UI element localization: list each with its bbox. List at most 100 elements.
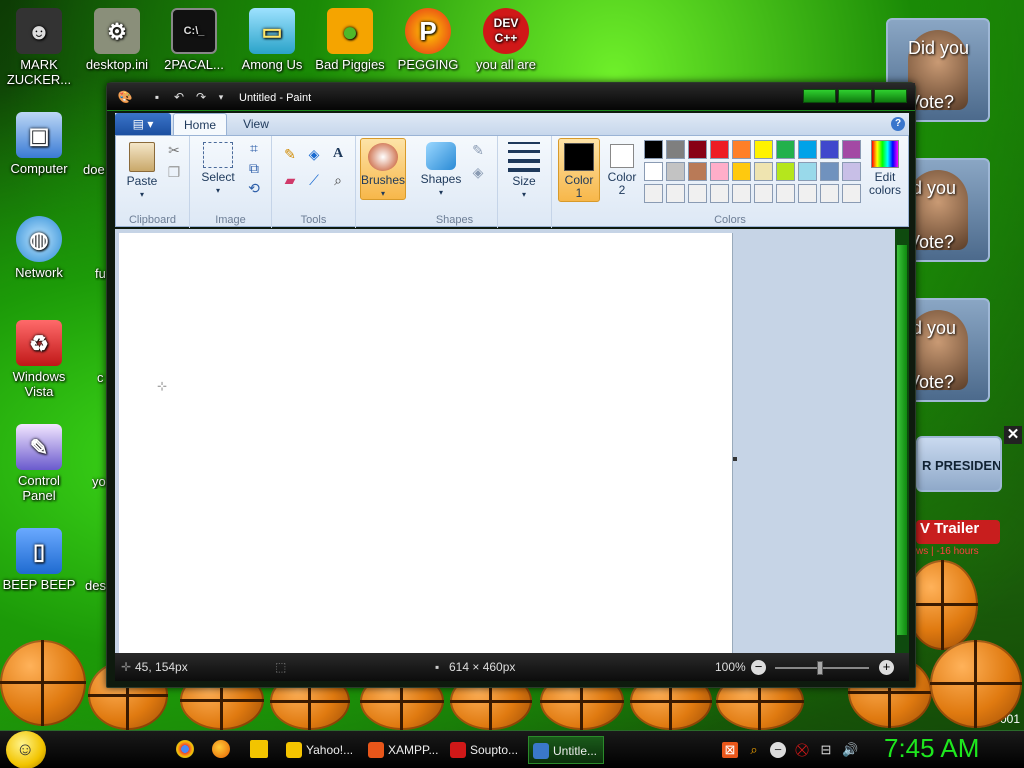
network-tray-icon[interactable]: ⊟ (818, 742, 834, 758)
desktop-icon-control-panel[interactable]: ✎ Control Panel (0, 424, 78, 503)
minimize-button[interactable] (803, 89, 837, 103)
cut-icon[interactable]: ✂ (164, 140, 184, 160)
crop-icon[interactable]: ⌗ (244, 138, 264, 158)
search-tray-icon[interactable]: ⌕ (746, 742, 762, 758)
palette-swatch[interactable] (820, 184, 839, 203)
resize-icon[interactable]: ⧉ (244, 158, 264, 178)
palette-swatch[interactable] (688, 140, 707, 159)
palette-swatch[interactable] (644, 184, 663, 203)
xampp-tray-icon[interactable]: ⊠ (722, 742, 738, 758)
desktop-icon-mark-zucker[interactable]: ☻ MARK ZUCKER... (0, 8, 78, 87)
outline-icon[interactable]: ✎ (468, 140, 488, 160)
palette-swatch[interactable] (842, 140, 861, 159)
paste-button[interactable]: Paste ▾ (122, 142, 162, 201)
desktop-icon-among-us[interactable]: ▭ Among Us (233, 8, 311, 72)
palette-swatch[interactable] (666, 140, 685, 159)
desktop-icon-2pacal[interactable]: C:\_ 2PACAL... (155, 8, 233, 72)
copy-icon[interactable]: ❐ (164, 162, 184, 182)
zoom-out-button[interactable]: − (751, 660, 766, 675)
taskbar-item-xampp[interactable]: XAMPP... (364, 736, 442, 764)
desktop-icon-computer[interactable]: ▣ Computer (0, 112, 78, 176)
brushes-button[interactable]: Brushes ▾ (360, 138, 406, 200)
start-button[interactable]: ☺ (6, 731, 46, 768)
palette-swatch[interactable] (842, 184, 861, 203)
zoom-slider[interactable] (775, 661, 869, 675)
maximize-button[interactable] (838, 89, 872, 103)
desktop-icon-windows-vista[interactable]: ♻ Windows Vista (0, 320, 78, 399)
fill-icon[interactable]: ◈ (468, 162, 488, 182)
widget-close-button[interactable]: ✕ (1004, 426, 1022, 444)
minus-tray-icon[interactable]: − (770, 742, 786, 758)
paint-menu-button[interactable]: ▤ ▾ (115, 113, 171, 135)
palette-swatch[interactable] (798, 184, 817, 203)
fill-bucket-icon[interactable]: ◈ (304, 144, 324, 164)
palette-swatch[interactable] (710, 184, 729, 203)
desktop-icon-beep-beep[interactable]: ▯ BEEP BEEP (0, 528, 78, 592)
palette-swatch[interactable] (842, 162, 861, 181)
chrome-quicklaunch-icon[interactable] (176, 740, 194, 758)
palette-swatch[interactable] (776, 162, 795, 181)
save-icon[interactable]: ▪ (149, 90, 165, 104)
palette-swatch[interactable] (710, 162, 729, 181)
drawing-canvas[interactable]: ⊹ (119, 233, 733, 653)
palette-swatch[interactable] (644, 162, 663, 181)
palette-swatch[interactable] (754, 140, 773, 159)
palette-swatch[interactable] (754, 184, 773, 203)
edit-colors-button[interactable]: Edit colors (864, 138, 906, 197)
palette-swatch[interactable] (688, 184, 707, 203)
palette-swatch[interactable] (732, 184, 751, 203)
taskbar-item-paint[interactable]: Untitle... (528, 736, 604, 764)
desktop-icon-network[interactable]: ◍ Network (0, 216, 78, 280)
close-button[interactable] (873, 89, 907, 103)
desktop-icon-pegging[interactable]: P PEGGING (389, 8, 467, 72)
vertical-scrollbar[interactable] (895, 229, 909, 653)
magnifier-icon[interactable]: ⌕ (328, 170, 348, 190)
security-tray-icon[interactable]: ⛒ (794, 742, 810, 758)
color1-button[interactable]: Color 1 (558, 138, 600, 202)
palette-swatch[interactable] (798, 140, 817, 159)
palette-swatch[interactable] (732, 140, 751, 159)
paint-window[interactable]: 🎨 ▪ ↶ ↷ ▾ Untitled - Paint ▤ ▾ Home View… (106, 82, 916, 688)
palette-swatch[interactable] (732, 162, 751, 181)
palette-swatch[interactable] (776, 140, 795, 159)
shapes-button[interactable]: Shapes ▾ (418, 142, 464, 199)
palette-swatch[interactable] (820, 162, 839, 181)
text-tool-icon[interactable]: A (328, 144, 348, 164)
palette-swatch[interactable] (754, 162, 773, 181)
tab-home[interactable]: Home (173, 113, 227, 135)
palette-swatch[interactable] (644, 140, 663, 159)
palette-swatch[interactable] (666, 162, 685, 181)
taskbar-item-yahoo[interactable]: Yahoo!... (282, 736, 360, 764)
palette-swatch[interactable] (688, 162, 707, 181)
palette-swatch[interactable] (820, 140, 839, 159)
desktop-icon-you-all-are[interactable]: DEV C++ you all are (467, 8, 545, 72)
palette-swatch[interactable] (798, 162, 817, 181)
help-button[interactable]: ? (891, 117, 905, 131)
firefox-quicklaunch-icon[interactable] (212, 740, 230, 758)
eraser-icon[interactable]: ▰ (280, 170, 300, 190)
canvas-resize-handle[interactable] (733, 457, 737, 461)
paint-app-icon[interactable]: 🎨 (117, 90, 133, 104)
title-bar[interactable]: 🎨 ▪ ↶ ↷ ▾ Untitled - Paint (107, 83, 915, 111)
taskbar-item-soupto[interactable]: Soupto... (446, 736, 524, 764)
president-widget[interactable]: R PRESIDENT (916, 436, 1002, 492)
tab-view[interactable]: View (233, 113, 279, 135)
palette-swatch[interactable] (776, 184, 795, 203)
select-button[interactable]: Select ▾ (198, 142, 238, 197)
palette-swatch[interactable] (710, 140, 729, 159)
rotate-icon[interactable]: ⟲ (244, 178, 264, 198)
redo-icon[interactable]: ↷ (193, 90, 209, 104)
zoom-slider-thumb[interactable] (817, 661, 823, 675)
desktop-icon-desktop-ini[interactable]: ⚙ desktop.ini (78, 8, 156, 72)
color2-button[interactable]: Color 2 (602, 138, 642, 202)
zoom-in-button[interactable]: + (879, 660, 894, 675)
color-picker-icon[interactable]: ⟋ (304, 170, 324, 190)
pencil-icon[interactable]: ✎ (280, 144, 300, 164)
explorer-quicklaunch-icon[interactable] (250, 740, 268, 758)
clock[interactable]: 7:45 AM (884, 733, 979, 764)
trailer-widget[interactable]: V Trailer (916, 520, 1000, 544)
desktop-icon-bad-piggies[interactable]: ● Bad Piggies (311, 8, 389, 72)
palette-swatch[interactable] (666, 184, 685, 203)
scrollbar-thumb[interactable] (897, 245, 907, 635)
customize-toolbar-icon[interactable]: ▾ (213, 90, 229, 104)
